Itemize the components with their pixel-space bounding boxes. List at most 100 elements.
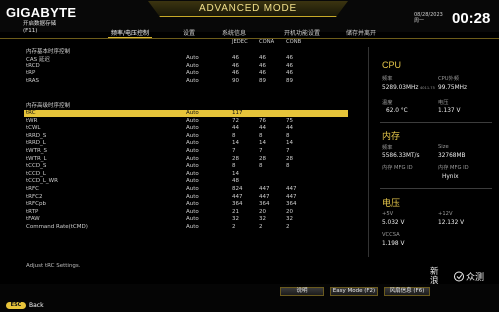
watermark-line2: 浪 bbox=[430, 276, 439, 286]
help-button[interactable]: 说明 bbox=[280, 287, 324, 296]
timing-jedec: 46 bbox=[232, 62, 239, 69]
fan-info-button[interactable]: 风扇信息 (F6) bbox=[384, 287, 430, 296]
timing-setting: Auto bbox=[186, 70, 199, 77]
timing-conb: 447 bbox=[286, 186, 297, 192]
timing-name: tRAS bbox=[26, 77, 40, 84]
timing-conb: 28 bbox=[286, 155, 293, 162]
timing-conb: 447 bbox=[286, 193, 297, 200]
timing-setting: Auto bbox=[186, 186, 199, 192]
basic-timing-row[interactable]: tRCD Auto 46 46 46 bbox=[24, 63, 348, 70]
timing-name: tRRD_L bbox=[26, 140, 46, 147]
advanced-timing-row[interactable]: tRFC Auto 824 447 447 bbox=[24, 186, 348, 193]
timing-setting: Auto bbox=[186, 125, 199, 132]
column-header-jedec: JEDEC bbox=[232, 39, 248, 45]
advanced-timing-row[interactable]: tCCD_L Auto 14 bbox=[24, 171, 348, 178]
tab-save-exit[interactable]: 储存并离开 bbox=[343, 28, 379, 37]
timing-name: tCCD_L bbox=[26, 170, 46, 177]
timing-jedec: 14 bbox=[232, 170, 239, 177]
easy-mode-button[interactable]: Easy Mode (F2) bbox=[330, 287, 378, 296]
memory-size-value: 32768MB bbox=[438, 153, 466, 159]
basic-timing-row[interactable]: tRP Auto 46 46 46 bbox=[24, 70, 348, 77]
timing-jedec: 8 bbox=[232, 132, 236, 139]
timing-conb: 75 bbox=[286, 117, 293, 124]
timing-setting: Auto bbox=[186, 201, 199, 208]
timing-cona: 28 bbox=[259, 155, 266, 162]
memory-size-label: Size bbox=[438, 144, 449, 150]
memory-freq-label: 频率 bbox=[382, 145, 393, 151]
memory-mfg-label-a: 内存 MFG ID bbox=[382, 165, 413, 171]
advanced-timing-row[interactable]: tCWL Auto 44 44 44 bbox=[24, 125, 348, 132]
timing-name: tRCD bbox=[26, 62, 40, 69]
timing-setting: Auto bbox=[186, 62, 199, 69]
voltage-12v-label: +12V bbox=[438, 211, 453, 217]
timing-name: tWTR_L bbox=[26, 155, 47, 162]
advanced-timing-row[interactable]: tCCD_S Auto 8 8 8 bbox=[24, 163, 348, 170]
timing-name: tRC bbox=[26, 110, 36, 116]
timing-conb: 46 bbox=[286, 70, 293, 77]
timing-jedec: 46 bbox=[232, 70, 239, 77]
timing-table: JEDEC CONA CONB 内存基本时序控制 CAS 延迟 Auto 46 46 4… bbox=[0, 39, 370, 279]
advanced-timing-row[interactable]: tRRD_L Auto 14 14 14 bbox=[24, 140, 348, 147]
timing-cona: 364 bbox=[259, 201, 270, 208]
date-display: 08/28/2023 周一 bbox=[414, 12, 443, 24]
timing-setting: Auto bbox=[186, 163, 199, 170]
timing-setting: Auto bbox=[186, 110, 199, 116]
section-advanced-timings: 内存高级时序控制 bbox=[26, 103, 71, 109]
timing-setting: Auto bbox=[186, 148, 199, 154]
timing-setting: Auto bbox=[186, 170, 199, 177]
advanced-timing-row[interactable]: tRFC2 Auto 447 447 447 bbox=[24, 194, 348, 201]
advanced-timing-row[interactable]: Command Rate(tCMD) Auto 2 2 2 bbox=[24, 224, 348, 231]
timing-conb: 46 bbox=[286, 55, 293, 61]
brand-logo: GIGABYTE bbox=[6, 5, 77, 20]
advanced-timing-row[interactable]: tWR Auto 72 76 75 bbox=[24, 118, 348, 125]
advanced-timing-row[interactable]: tWTR_S Auto 7 7 7 bbox=[24, 148, 348, 155]
timing-jedec: 8 bbox=[232, 163, 236, 170]
advanced-timing-row[interactable]: tCCD_L_WR Auto 48 bbox=[24, 178, 348, 185]
advanced-timing-row[interactable]: tFAW Auto 32 32 32 bbox=[24, 216, 348, 223]
timing-name: tRFC bbox=[26, 186, 39, 192]
timing-jedec: 364 bbox=[232, 201, 243, 208]
timing-cona: 14 bbox=[259, 140, 266, 147]
timing-conb: 46 bbox=[286, 62, 293, 69]
esc-key-badge[interactable]: ESC bbox=[6, 302, 26, 309]
advanced-timing-row[interactable]: tWTR_L Auto 28 28 28 bbox=[24, 156, 348, 163]
timing-setting: Auto bbox=[186, 155, 199, 162]
timing-name: tRP bbox=[26, 70, 36, 77]
tab-frequency-voltage[interactable]: 频率/电压控制 bbox=[108, 28, 153, 38]
timing-jedec: 824 bbox=[232, 186, 243, 192]
save-data-button[interactable]: 开启数据存储 (F11) bbox=[23, 21, 56, 35]
timing-cona: 44 bbox=[259, 125, 266, 132]
back-button[interactable]: Back bbox=[29, 302, 44, 309]
advanced-timing-row[interactable]: tRTP Auto 21 20 20 bbox=[24, 209, 348, 216]
mode-title: ADVANCED MODE bbox=[198, 3, 297, 14]
advanced-timing-row[interactable]: tRC Auto 117 bbox=[24, 110, 348, 118]
cpu-freq-value: 5289.03MHz bbox=[382, 85, 419, 91]
timing-conb: 364 bbox=[286, 201, 297, 208]
column-header-conb: CONB bbox=[286, 39, 302, 45]
timing-cona: 8 bbox=[259, 132, 263, 139]
basic-timing-row[interactable]: CAS 延迟 Auto 46 46 46 bbox=[24, 55, 348, 63]
timing-jedec: 7 bbox=[232, 148, 236, 154]
advanced-timing-row[interactable]: tRRD_S Auto 8 8 8 bbox=[24, 133, 348, 140]
timing-jedec: 2 bbox=[232, 224, 236, 230]
tab-settings[interactable]: 设置 bbox=[180, 28, 198, 37]
save-data-hotkey: (F11) bbox=[23, 28, 38, 34]
advanced-timing-row[interactable]: tRFCpb Auto 364 364 364 bbox=[24, 201, 348, 208]
voltage-5v-value: 5.032 V bbox=[382, 220, 405, 226]
timing-name: tCCD_S bbox=[26, 163, 47, 170]
tab-boot[interactable]: 开机功能设置 bbox=[281, 28, 323, 37]
timing-name: tCWL bbox=[26, 125, 41, 132]
cpu-freq-label: 频率 bbox=[382, 76, 393, 82]
timing-name: tRFC2 bbox=[26, 193, 43, 200]
cpu-temp-label: 温度 bbox=[382, 100, 393, 106]
timing-conb: 7 bbox=[286, 148, 290, 154]
weekday-text: 周一 bbox=[414, 18, 425, 24]
timing-cona: 46 bbox=[259, 62, 266, 69]
scrollbar[interactable] bbox=[368, 47, 369, 257]
basic-timing-row[interactable]: tRAS Auto 90 89 89 bbox=[24, 78, 348, 85]
tab-system-info[interactable]: 系统信息 bbox=[219, 28, 249, 37]
timing-setting: Auto bbox=[186, 77, 199, 84]
timing-jedec: 28 bbox=[232, 155, 239, 162]
watermark-logo-icon: 众测 bbox=[454, 271, 484, 283]
voltage-5v-label: +5V bbox=[382, 211, 394, 217]
